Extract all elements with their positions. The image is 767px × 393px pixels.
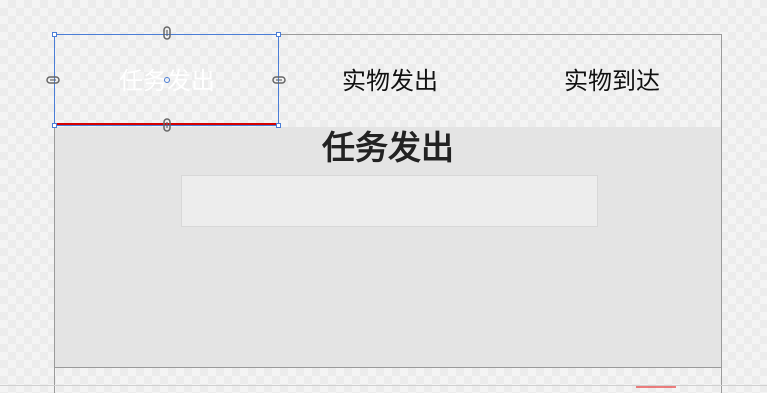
tab-goods-dispatch[interactable]: 实物发出 [279, 35, 501, 127]
tab-widget-frame: 任务发出 实物发出 实物到达 任务发出 [54, 34, 722, 368]
tab-content-panel: 任务发出 [55, 127, 721, 367]
tab-goods-arrival-label: 实物到达 [564, 67, 660, 95]
panel-title: 任务发出 [322, 128, 454, 167]
tab-goods-dispatch-label: 实物发出 [342, 67, 438, 95]
panel-content-box[interactable] [181, 175, 598, 227]
tab-task-dispatch[interactable]: 任务发出 [55, 35, 279, 127]
tab-bar: 任务发出 实物发出 实物到达 [55, 35, 721, 127]
tab-goods-arrival[interactable]: 实物到达 [501, 35, 721, 127]
tab-task-dispatch-label: 任务发出 [119, 67, 215, 95]
active-tab-underline [55, 123, 279, 126]
offscreen-red-mark [636, 386, 676, 388]
lower-frame-continuation [54, 368, 722, 393]
